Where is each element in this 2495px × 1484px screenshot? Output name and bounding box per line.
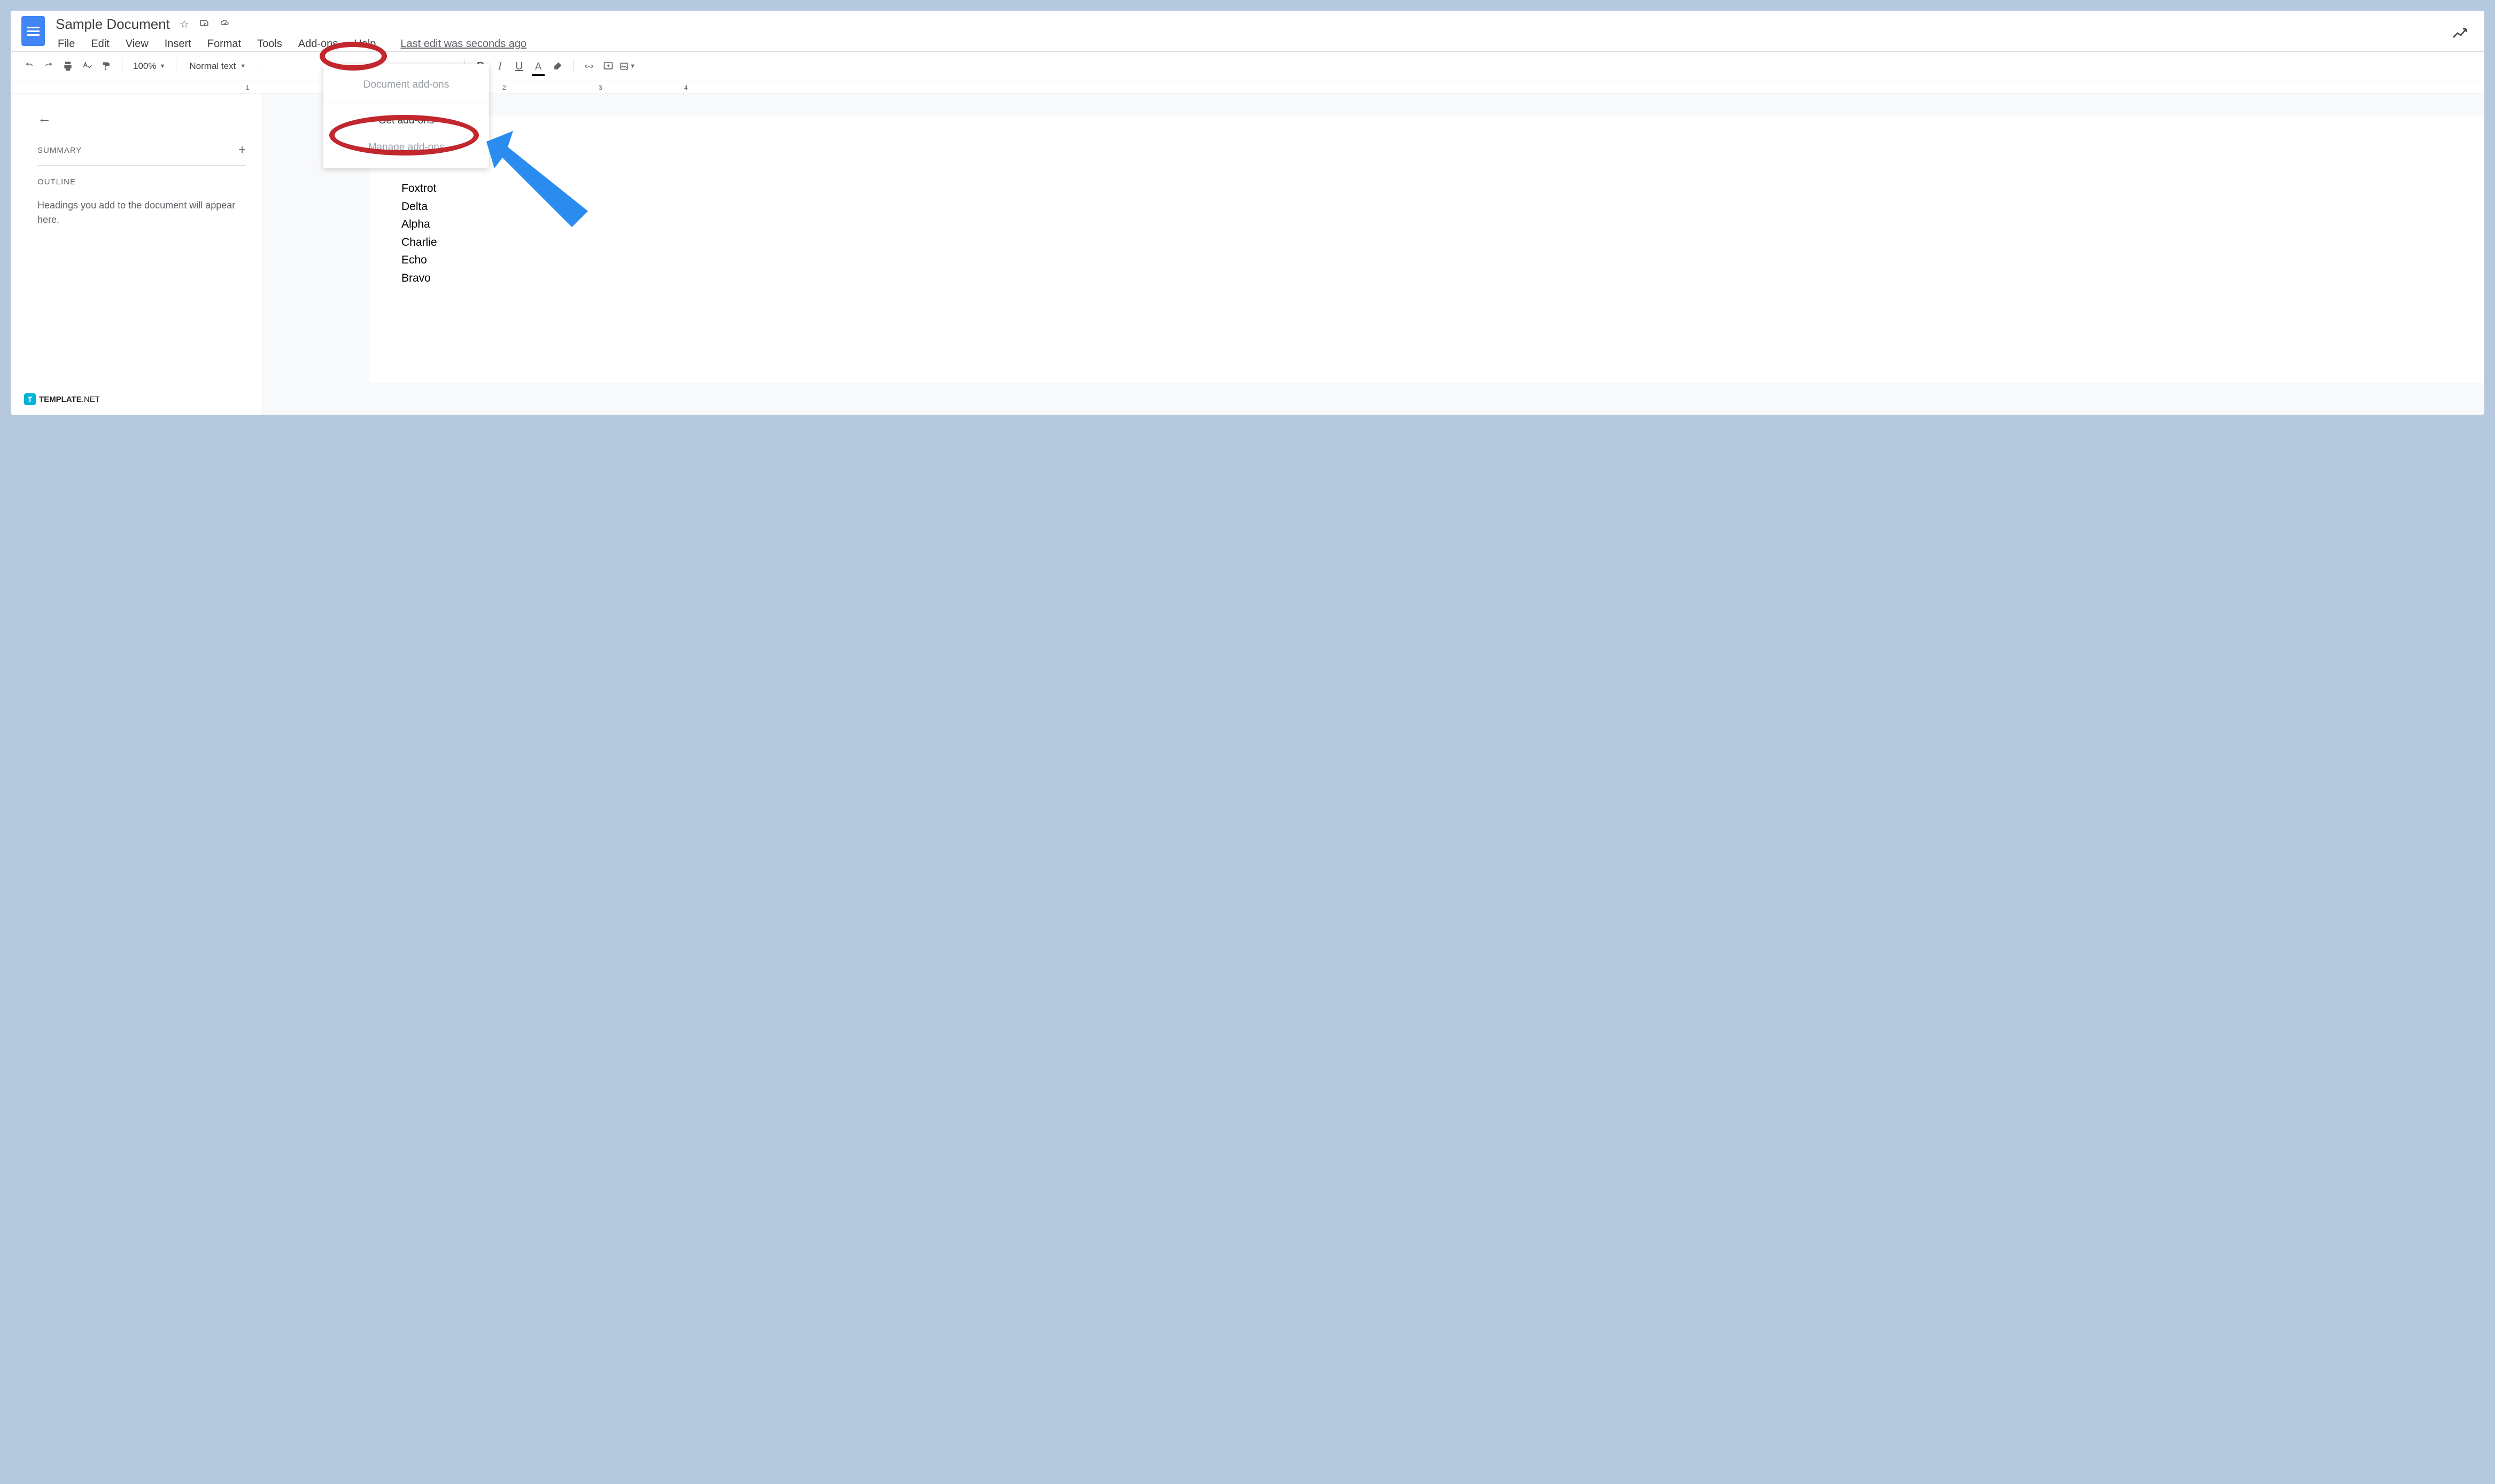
highlight-button[interactable] xyxy=(549,58,565,74)
cloud-icon[interactable] xyxy=(219,18,231,31)
menubar: File Edit View Insert Format Tools Add-o… xyxy=(56,37,2474,51)
move-icon[interactable] xyxy=(199,18,210,31)
outline-hint: Headings you add to the document will ap… xyxy=(37,198,246,227)
document-text[interactable]: Foxtrot Delta Alpha Charlie Echo Bravo xyxy=(401,180,2452,288)
doc-line[interactable]: Bravo xyxy=(401,269,2452,288)
header: Sample Document ☆ File Edit View Insert … xyxy=(11,11,2484,51)
menu-view[interactable]: View xyxy=(123,37,151,51)
divider xyxy=(37,165,246,166)
menu-addons[interactable]: Add-ons xyxy=(296,37,340,51)
text-color-button[interactable]: A xyxy=(530,58,546,74)
add-summary-button[interactable]: + xyxy=(238,143,246,158)
document-page[interactable]: Foxtrot Delta Alpha Charlie Echo Bravo xyxy=(369,115,2484,383)
menu-edit[interactable]: Edit xyxy=(89,37,111,51)
watermark: T TEMPLATE.NET xyxy=(24,393,100,405)
watermark-text: TEMPLATE.NET xyxy=(39,395,100,404)
dropdown-doc-addons[interactable]: Document add-ons xyxy=(323,72,489,98)
style-select[interactable]: Normal text ▼ xyxy=(184,61,251,72)
style-value: Normal text xyxy=(189,61,236,72)
undo-button[interactable] xyxy=(21,58,37,74)
menu-format[interactable]: Format xyxy=(205,37,243,51)
doc-line[interactable]: Charlie xyxy=(401,234,2452,252)
docs-icon[interactable] xyxy=(21,16,45,46)
watermark-brand: TEMPLATE xyxy=(39,395,82,404)
spellcheck-button[interactable] xyxy=(79,58,95,74)
dropdown-get-addons[interactable]: Get add-ons xyxy=(323,107,489,134)
doc-title[interactable]: Sample Document xyxy=(56,16,170,33)
menu-help[interactable]: Help xyxy=(352,37,378,51)
menu-insert[interactable]: Insert xyxy=(162,37,193,51)
activity-icon[interactable] xyxy=(2452,27,2468,43)
last-edit-link[interactable]: Last edit was seconds ago xyxy=(400,38,526,50)
summary-row: SUMMARY + xyxy=(37,143,246,158)
title-row: Sample Document ☆ xyxy=(56,16,2474,33)
zoom-select[interactable]: 100% ▼ xyxy=(130,61,168,72)
ruler-mark: 3 xyxy=(599,84,602,91)
summary-label: SUMMARY xyxy=(37,146,82,155)
paint-format-button[interactable] xyxy=(98,58,114,74)
doc-line[interactable]: Alpha xyxy=(401,215,2452,234)
italic-button[interactable]: I xyxy=(492,58,508,74)
outline-panel: ← SUMMARY + OUTLINE Headings you add to … xyxy=(11,94,262,415)
chevron-down-icon: ▼ xyxy=(240,63,246,69)
separator xyxy=(573,59,574,73)
title-area: Sample Document ☆ File Edit View Insert … xyxy=(56,16,2474,51)
redo-button[interactable] xyxy=(41,58,57,74)
addons-dropdown: Document add-ons Get add-ons Manage add-… xyxy=(323,64,489,168)
link-button[interactable] xyxy=(581,58,597,74)
ruler-mark: 4 xyxy=(684,84,688,91)
app-window: Sample Document ☆ File Edit View Insert … xyxy=(11,11,2484,415)
image-button[interactable]: ▼ xyxy=(619,58,636,74)
back-arrow-icon[interactable]: ← xyxy=(37,110,246,127)
chevron-down-icon: ▼ xyxy=(159,63,165,69)
document-area: Foxtrot Delta Alpha Charlie Echo Bravo xyxy=(262,94,2484,415)
doc-line[interactable]: Delta xyxy=(401,198,2452,216)
comment-button[interactable] xyxy=(600,58,616,74)
doc-line[interactable]: Foxtrot xyxy=(401,180,2452,198)
print-button[interactable] xyxy=(60,58,76,74)
menu-file[interactable]: File xyxy=(56,37,77,51)
zoom-value: 100% xyxy=(133,61,156,72)
dropdown-manage-addons[interactable]: Manage add-ons xyxy=(323,134,489,161)
ruler-mark: 2 xyxy=(502,84,506,91)
star-icon[interactable]: ☆ xyxy=(180,18,189,31)
underline-button[interactable]: U xyxy=(511,58,527,74)
menu-tools[interactable]: Tools xyxy=(255,37,284,51)
outline-label: OUTLINE xyxy=(37,177,246,187)
doc-line[interactable]: Echo xyxy=(401,251,2452,269)
watermark-suffix: .NET xyxy=(82,395,100,404)
chevron-down-icon: ▼ xyxy=(630,63,636,69)
ruler-mark: 1 xyxy=(246,84,250,91)
watermark-icon: T xyxy=(24,393,36,405)
